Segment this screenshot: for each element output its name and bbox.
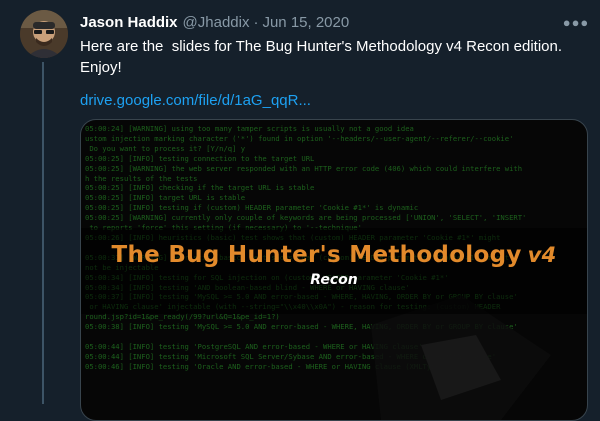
tweet-header: Jason Haddix @Jhaddix · Jun 15, 2020 ●●● xyxy=(80,12,589,32)
tweet-date[interactable]: Jun 15, 2020 xyxy=(262,14,349,31)
header-separator: · xyxy=(253,13,259,31)
slide-subtitle: Recon xyxy=(310,272,358,288)
avatar-photo-icon xyxy=(20,10,68,58)
tweet-link[interactable]: drive.google.com/file/d/1aG_qqR... xyxy=(80,92,311,109)
avatar[interactable] xyxy=(20,10,68,58)
author-name[interactable]: Jason Haddix xyxy=(80,14,178,31)
author-handle[interactable]: @Jhaddix xyxy=(183,14,250,31)
title-band xyxy=(81,228,587,314)
media-image[interactable]: 05:00:24] [WARNING] using too many tampe… xyxy=(80,119,588,421)
slide-title: The Bug Hunter's Methodology v4 xyxy=(81,242,587,268)
ellipsis-icon[interactable]: ●●● xyxy=(563,12,589,32)
tweet-text: Here are the slides for The Bug Hunter's… xyxy=(80,38,567,76)
slide-version: v4 xyxy=(527,243,557,267)
thread-line xyxy=(42,62,44,404)
slide-title-text: The Bug Hunter's Methodology xyxy=(111,242,522,268)
